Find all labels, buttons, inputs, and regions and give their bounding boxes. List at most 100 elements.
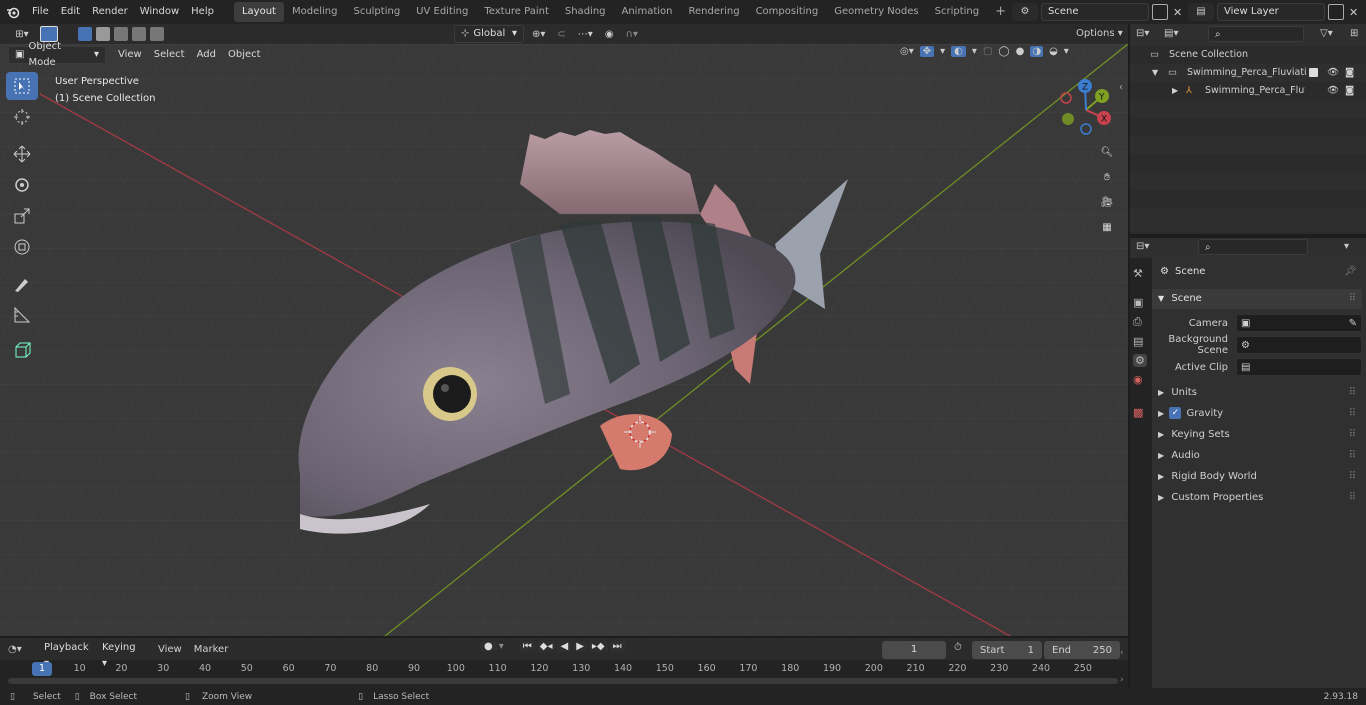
exclude-checkbox[interactable] bbox=[1309, 68, 1318, 77]
tab-sculpting[interactable]: Sculpting bbox=[345, 2, 408, 22]
chevron-down-icon[interactable]: ▾ bbox=[972, 46, 977, 57]
units-panel[interactable]: ▶ Units ⠿ bbox=[1152, 383, 1362, 403]
next-keyframe-icon[interactable]: ▸◆ bbox=[588, 641, 608, 652]
mode-dropdown[interactable]: ▣ Object Mode ▾ bbox=[8, 41, 106, 68]
keying-sets-panel[interactable]: ▶ Keying Sets ⠿ bbox=[1152, 425, 1362, 445]
annotate-tool-icon[interactable] bbox=[6, 270, 38, 298]
eyedropper-icon[interactable]: ✎ bbox=[1349, 318, 1361, 329]
shading-material-icon[interactable]: ◑ bbox=[1030, 46, 1044, 57]
tab-texture-paint[interactable]: Texture Paint bbox=[476, 2, 557, 22]
select-mode-invert-icon[interactable] bbox=[132, 27, 146, 41]
timeline-menu-view[interactable]: View bbox=[150, 644, 190, 655]
shading-solid-icon[interactable]: ● bbox=[1016, 46, 1025, 57]
tab-layout[interactable]: Layout bbox=[233, 2, 284, 22]
timeline-menu-marker[interactable]: Marker bbox=[190, 644, 233, 655]
3d-viewport[interactable] bbox=[0, 44, 1128, 636]
expand-arrow-icon[interactable]: ▶ bbox=[1172, 82, 1178, 100]
drag-handle-icon[interactable]: ⠿ bbox=[1349, 425, 1356, 445]
pivot-point-icon[interactable]: ⊕▾ bbox=[528, 29, 549, 40]
delete-scene-icon[interactable]: ✕ bbox=[1171, 6, 1184, 19]
output-tab-icon[interactable]: ⎙ bbox=[1133, 315, 1147, 329]
chevron-down-icon[interactable]: ▾ bbox=[940, 46, 945, 57]
snap-toggle-icon[interactable]: ⊂ bbox=[553, 29, 569, 40]
snap-target-icon[interactable]: ⋯▾ bbox=[574, 29, 597, 40]
select-box-tool-icon[interactable] bbox=[6, 72, 38, 100]
outliner-row-object[interactable]: ▶ ⅄ Swimming_Perca_Fluviat 👁︎ ◙ bbox=[1130, 82, 1366, 100]
proportional-edit-icon[interactable]: ◉ bbox=[601, 29, 618, 40]
viewport-menu-add[interactable]: Add bbox=[191, 45, 222, 65]
transform-tool-icon[interactable] bbox=[6, 233, 38, 261]
play-icon[interactable]: ▶ bbox=[573, 641, 587, 652]
visibility-icon[interactable]: ◎▾ bbox=[900, 46, 914, 57]
xray-icon[interactable]: ▢ bbox=[983, 46, 992, 57]
menu-help[interactable]: Help bbox=[185, 2, 220, 22]
navigation-gizmo[interactable]: X Y Z bbox=[1056, 78, 1118, 140]
collapse-arrow-icon[interactable]: ▼ bbox=[1152, 64, 1158, 82]
view-layer-name-field[interactable]: View Layer bbox=[1217, 3, 1325, 21]
scene-panel-header[interactable]: ▼ Scene ⠿ bbox=[1152, 289, 1362, 309]
measure-tool-icon[interactable] bbox=[6, 301, 38, 329]
shading-wireframe-icon[interactable]: ◯ bbox=[998, 46, 1009, 57]
display-mode-icon[interactable]: ▤▾ bbox=[1164, 28, 1178, 39]
gizmo-toggle-icon[interactable]: ✥ bbox=[919, 46, 935, 57]
current-frame-field[interactable]: 1 bbox=[882, 641, 946, 659]
record-icon[interactable]: ● bbox=[480, 641, 497, 652]
jump-end-icon[interactable]: ⏭ bbox=[609, 641, 625, 652]
camera-view-icon[interactable]: 🎥︎ bbox=[1097, 192, 1117, 212]
select-mode-intersect-icon[interactable] bbox=[150, 27, 164, 41]
viewport-menu-view[interactable]: View bbox=[112, 45, 148, 65]
gravity-checkbox[interactable]: ✓ bbox=[1169, 407, 1182, 419]
select-mode-subtract-icon[interactable] bbox=[114, 27, 128, 41]
keying-menu[interactable]: Keying ▾ bbox=[98, 640, 146, 669]
tab-scripting[interactable]: Scripting bbox=[927, 2, 987, 22]
filter-icon[interactable]: ▽▾ bbox=[1320, 28, 1333, 39]
world-tab-icon[interactable]: ◉ bbox=[1133, 373, 1147, 386]
orientation-dropdown[interactable]: ⊹ Global ▾ bbox=[454, 25, 524, 43]
delete-view-layer-icon[interactable]: ✕ bbox=[1347, 6, 1360, 19]
pin-icon[interactable]: 📌︎ bbox=[1344, 266, 1357, 277]
view-layer-icon[interactable]: ▤ bbox=[1188, 3, 1214, 21]
texture-tab-icon[interactable]: ▩ bbox=[1133, 406, 1147, 419]
active-clip-field[interactable]: ▤ bbox=[1236, 358, 1362, 376]
playback-menu[interactable]: Playback ▾ bbox=[40, 640, 96, 669]
end-frame-field[interactable]: End 250 bbox=[1044, 641, 1120, 659]
menu-file[interactable]: File bbox=[26, 2, 55, 22]
shading-rendered-icon[interactable]: ◒ bbox=[1049, 46, 1058, 57]
audio-panel[interactable]: ▶ Audio ⠿ bbox=[1152, 446, 1362, 466]
new-view-layer-icon[interactable] bbox=[1328, 4, 1344, 20]
outliner-row-scene-collection[interactable]: ▭ Scene Collection bbox=[1130, 46, 1366, 64]
outliner-search-input[interactable]: ⌕ bbox=[1208, 26, 1304, 42]
jump-start-icon[interactable]: ⏮ bbox=[519, 641, 535, 652]
camera-icon[interactable]: ◙ bbox=[1345, 64, 1354, 82]
new-collection-icon[interactable]: ⊞ bbox=[1350, 28, 1358, 39]
tab-animation[interactable]: Animation bbox=[614, 2, 681, 22]
rigid-body-world-panel[interactable]: ▶ Rigid Body World ⠿ bbox=[1152, 467, 1362, 487]
scale-tool-icon[interactable] bbox=[6, 202, 38, 230]
camera-field[interactable]: ▣ ✎ bbox=[1236, 314, 1362, 332]
prev-keyframe-icon[interactable]: ◆◂ bbox=[536, 641, 556, 652]
falloff-icon[interactable]: ∩▾ bbox=[622, 29, 642, 40]
drag-handle-icon[interactable]: ⠿ bbox=[1349, 446, 1356, 466]
menu-window[interactable]: Window bbox=[134, 2, 185, 22]
viewport-menu-select[interactable]: Select bbox=[148, 45, 191, 65]
add-cube-tool-icon[interactable] bbox=[6, 336, 38, 364]
move-tool-icon[interactable] bbox=[6, 140, 38, 168]
scroll-up-icon[interactable]: ‹ bbox=[1120, 648, 1124, 658]
tab-modeling[interactable]: Modeling bbox=[284, 2, 346, 22]
gravity-panel[interactable]: ▶ ✓ Gravity ⠿ bbox=[1152, 404, 1362, 424]
perspective-grid-icon[interactable]: ▦ bbox=[1097, 217, 1117, 237]
properties-editor-type-icon[interactable]: ⊟▾ bbox=[1136, 241, 1149, 252]
menu-render[interactable]: Render bbox=[86, 2, 134, 22]
chevron-down-icon[interactable]: ▾ bbox=[1344, 241, 1349, 252]
start-frame-field[interactable]: Start 1 bbox=[972, 641, 1042, 659]
scroll-right-icon[interactable]: › bbox=[1120, 675, 1124, 685]
zoom-icon[interactable]: 🔍︎ bbox=[1097, 142, 1117, 162]
custom-properties-panel[interactable]: ▶ Custom Properties ⠿ bbox=[1152, 488, 1362, 508]
chevron-down-icon[interactable]: ▾ bbox=[499, 641, 504, 652]
options-dropdown[interactable]: Options ▾ bbox=[1070, 26, 1124, 42]
scene-tab-icon[interactable]: ⚙ bbox=[1133, 354, 1147, 367]
pan-hand-icon[interactable]: ✋︎ bbox=[1097, 167, 1117, 187]
add-workspace-button[interactable]: + bbox=[987, 2, 1014, 22]
view-layer-tab-icon[interactable]: ▤ bbox=[1133, 335, 1147, 348]
camera-icon[interactable]: ◙ bbox=[1345, 82, 1354, 100]
